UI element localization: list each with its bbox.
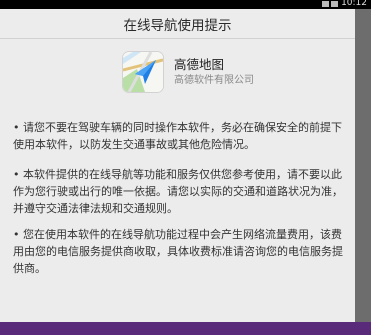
signal-icon [322,1,329,7]
app-company: 高德软件有限公司 [174,74,254,86]
dialog-title-bar: 在线导航使用提示 [0,9,355,39]
navigation-notice-dialog: 在线导航使用提示 高德地图 高德软件有限公司 • 请您不要在驾驶车辆的同时操作本… [0,9,355,322]
app-info: 高德地图 高德软件有限公司 [122,51,254,93]
status-time: 10:12 [341,0,367,8]
battery-icon [331,1,338,7]
app-name: 高德地图 [174,56,225,72]
notice-data-charges: • 您在使用本软件的在线导航功能过程中会产生网络流量费用，该费用由您的电信服务提… [13,228,343,275]
status-bar: 10:12 [0,0,371,9]
dialog-title: 在线导航使用提示 [123,17,232,34]
background-strip [355,9,371,322]
bottom-edge [0,322,371,335]
notice-driving-safety: • 请您不要在驾驶车辆的同时操作本软件，务必在确保安全的前提下使用本软件，以防发… [13,121,342,151]
notice-reference-only: • 本软件提供的在线导航等功能和服务仅供您参考使用，请不要以此作为您行驶或出行的… [13,168,343,215]
amap-navigation-arrow-icon [122,51,164,93]
